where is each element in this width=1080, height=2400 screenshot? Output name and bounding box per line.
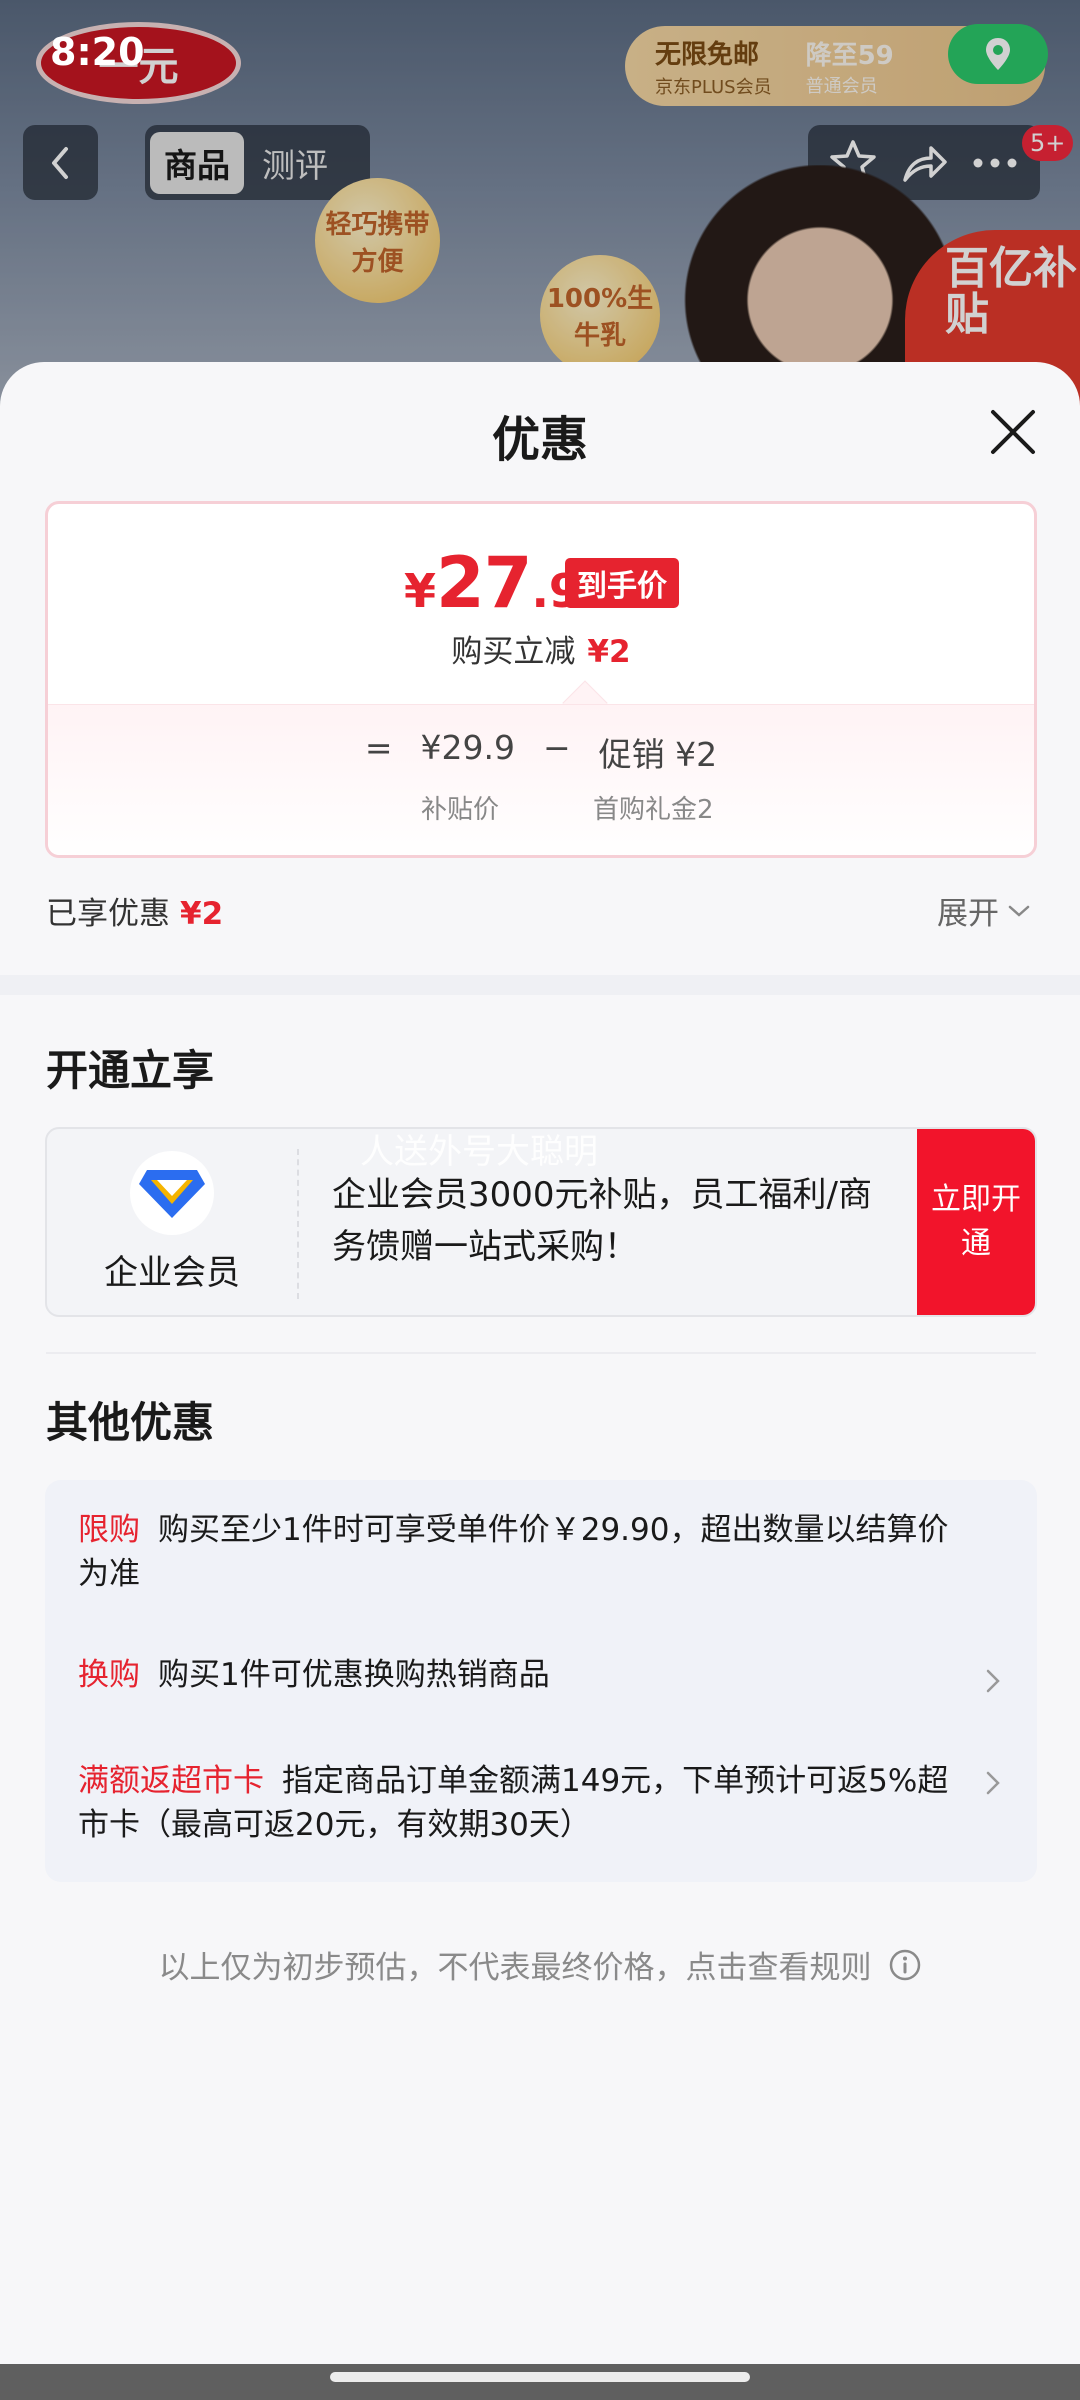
other-discount-list: 限购 购买至少1件时可享受单件价￥29.90，超出数量以结算价为准 换购 购买1件可… xyxy=(45,1480,1037,1882)
price-breakdown-card: ¥ 27 .9 到手价 购买立减 ¥2 = ¥29.9 − 促销 ¥2 补贴价 首… xyxy=(45,501,1037,858)
chevron-down-icon xyxy=(1008,905,1030,917)
final-price-tag: 到手价 xyxy=(565,558,679,608)
enterprise-member-name: 企业会员 xyxy=(104,1252,240,1293)
final-price: ¥ 27 .9 xyxy=(404,542,581,624)
base-price-label: 补贴价 xyxy=(421,795,500,825)
promo-item-exchange[interactable]: 换购 购买1件可优惠换购热销商品 xyxy=(78,1653,978,1697)
price-disclaimer[interactable]: 以上仅为初步预估，不代表最终价格，点击查看规则 xyxy=(0,1942,1080,1987)
diamond-icon xyxy=(139,1169,205,1218)
promo-tag: 限购 xyxy=(78,1512,140,1548)
promo-item-limit: 限购 购买至少1件时可享受单件价￥29.90，超出数量以结算价为准 xyxy=(78,1508,978,1596)
promo-tag: 满额返超市卡 xyxy=(78,1763,264,1799)
other-discount-title: 其他优惠 xyxy=(46,1398,215,1447)
chevron-right-icon[interactable] xyxy=(983,1768,1003,1798)
disclaimer-text: 以上仅为初步预估，不代表最终价格，点击查看规则 xyxy=(158,1950,872,1986)
formula-minus: − xyxy=(543,728,571,767)
expand-button[interactable]: 展开 xyxy=(937,888,1031,933)
formula-base-price: ¥29.9 xyxy=(420,728,515,767)
close-icon xyxy=(991,410,1035,454)
home-indicator[interactable] xyxy=(330,2372,750,2382)
close-button[interactable] xyxy=(985,404,1041,460)
open-benefit-title: 开通立享 xyxy=(46,1046,215,1095)
enjoyed-discount: 已享优惠 ¥2 xyxy=(46,896,224,932)
info-icon xyxy=(889,1949,920,1980)
enterprise-member-logo xyxy=(130,1150,214,1235)
watermark-text: 人送外号大聪明 xyxy=(360,1132,598,1172)
sheet-title: 优惠 xyxy=(491,412,588,468)
status-time: 8:20 xyxy=(50,30,145,74)
chevron-right-icon[interactable] xyxy=(983,1666,1003,1696)
overlay-dim[interactable] xyxy=(0,0,1080,420)
section-separator xyxy=(0,975,1080,995)
divider xyxy=(46,1352,1036,1354)
formula-equals: = xyxy=(364,728,393,767)
price-formula: = ¥29.9 − 促销 ¥2 补贴价 首购礼金2 xyxy=(48,704,1034,855)
promo-label: 首购礼金2 xyxy=(593,795,714,825)
promo-text: 购买至少1件时可享受单件价￥29.90，超出数量以结算价为准 xyxy=(78,1512,949,1592)
open-now-button[interactable]: 立即开通 xyxy=(917,1129,1035,1315)
enterprise-member-desc: 企业会员3000元补贴，员工福利/商务馈赠一站式采购！ xyxy=(332,1175,872,1267)
discount-sheet: 优惠 ¥ 27 .9 到手价 购买立减 ¥2 = ¥29.9 − 促销 ¥2 补… xyxy=(0,362,1080,2364)
instant-reduction: 购买立减 ¥2 xyxy=(451,634,631,670)
promo-text: 购买1件可优惠换购热销商品 xyxy=(158,1657,550,1693)
promo-item-supermarket-card[interactable]: 满额返超市卡 指定商品订单金额满149元，下单预计可返5%超市卡（最高可返20元，… xyxy=(78,1759,958,1847)
system-navigation-bar xyxy=(0,2364,1080,2400)
promo-tag: 换购 xyxy=(78,1657,140,1693)
formula-promo: 促销 ¥2 xyxy=(598,735,718,774)
